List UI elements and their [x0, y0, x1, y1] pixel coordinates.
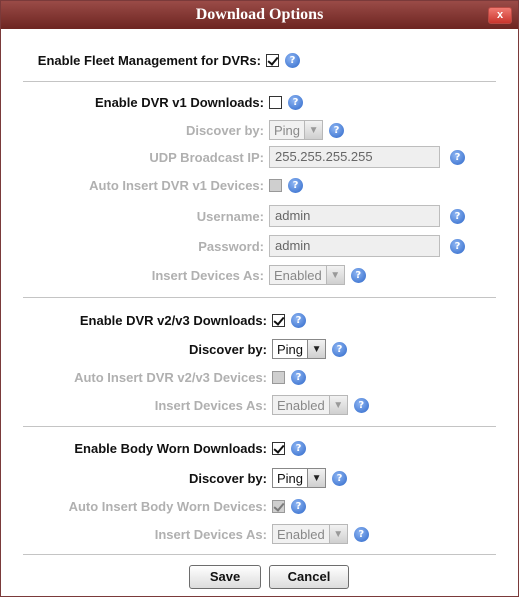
dvr-v23-discover-label: Discover by: — [188, 341, 267, 357]
body-worn-auto-insert-label: Auto Insert Body Worn Devices: — [68, 498, 267, 514]
help-icon[interactable]: ? — [353, 397, 369, 413]
help-icon[interactable]: ? — [350, 267, 366, 283]
chevron-down-icon: ▼ — [325, 266, 344, 284]
dialog-title-bar[interactable]: Download Options x — [1, 1, 518, 29]
body-worn-auto-insert-checkbox[interactable] — [272, 499, 285, 513]
help-icon[interactable]: ? — [329, 122, 345, 138]
dvr-v1-password-row: Password: admin ? — [1, 234, 518, 258]
dvr-v23-enable-label: Enable DVR v2/v3 Downloads: — [79, 312, 267, 328]
help-icon[interactable]: ? — [450, 149, 465, 165]
dvr-v1-auto-insert-row: Auto Insert DVR v1 Devices: ? — [1, 173, 518, 197]
dvr-v1-udp-field[interactable]: 255.255.255.255 — [269, 146, 440, 168]
select-value: Ping — [277, 341, 304, 357]
fleet-row: Enable Fleet Management for DVRs: ? — [1, 48, 518, 72]
dvr-v1-insert-as-row: Insert Devices As: Enabled ▼ ? — [1, 263, 518, 287]
dvr-v1-auto-insert-label: Auto Insert DVR v1 Devices: — [89, 177, 264, 193]
body-worn-auto-insert-row: Auto Insert Body Worn Devices: ? — [1, 494, 518, 518]
body-worn-enable-label: Enable Body Worn Downloads: — [74, 440, 267, 456]
dialog-title: Download Options — [195, 6, 324, 23]
select-value: Enabled — [274, 267, 322, 283]
divider — [23, 554, 496, 555]
fleet-label: Enable Fleet Management for DVRs: — [37, 52, 261, 68]
dvr-v23-enable-row: Enable DVR v2/v3 Downloads: ? — [1, 308, 518, 332]
help-icon[interactable]: ? — [285, 52, 300, 68]
body-worn-insert-as-label: Insert Devices As: — [154, 526, 267, 542]
dvr-v1-enable-row: Enable DVR v1 Downloads: ? — [1, 90, 518, 114]
select-value: Enabled — [277, 526, 325, 542]
dvr-v1-udp-label: UDP Broadcast IP: — [149, 149, 264, 165]
dvr-v1-discover-row: Discover by: Ping ▼ ? — [1, 118, 518, 142]
body-worn-insert-as-row: Insert Devices As: Enabled ▼ ? — [1, 522, 518, 546]
dvr-v23-insert-as-label: Insert Devices As: — [154, 397, 267, 413]
help-icon[interactable]: ? — [332, 470, 348, 486]
body-worn-discover-label: Discover by: — [188, 470, 267, 486]
dvr-v1-password-field[interactable]: admin — [269, 235, 440, 257]
divider — [23, 426, 496, 427]
body-worn-discover-row: Discover by: Ping ▼ ? — [1, 466, 518, 490]
download-options-dialog: Download Options x Enable Fleet Manageme… — [0, 0, 519, 597]
dvr-v1-username-field[interactable]: admin — [269, 205, 440, 227]
select-value: Enabled — [277, 397, 325, 413]
chevron-down-icon: ▼ — [304, 121, 323, 139]
save-button[interactable]: Save — [189, 565, 261, 589]
select-value: Ping — [274, 122, 301, 138]
dvr-v1-insert-as-label: Insert Devices As: — [151, 267, 264, 283]
dvr-v1-password-label: Password: — [198, 238, 264, 254]
help-icon[interactable]: ? — [353, 526, 369, 542]
dvr-v23-discover-row: Discover by: Ping ▼ ? — [1, 337, 518, 361]
dvr-v1-discover-label: Discover by: — [185, 122, 264, 138]
dvr-v1-username-label: Username: — [196, 208, 264, 224]
dvr-v1-enable-checkbox[interactable] — [269, 95, 282, 109]
dvr-v23-auto-insert-label: Auto Insert DVR v2/v3 Devices: — [74, 369, 267, 385]
cancel-button[interactable]: Cancel — [269, 565, 349, 589]
help-icon[interactable]: ? — [291, 369, 306, 385]
dvr-v23-insert-as-row: Insert Devices As: Enabled ▼ ? — [1, 393, 518, 417]
dvr-v1-insert-as-select[interactable]: Enabled ▼ — [269, 265, 345, 285]
dvr-v1-udp-row: UDP Broadcast IP: 255.255.255.255 ? — [1, 145, 518, 169]
divider — [23, 297, 496, 298]
dvr-v23-enable-checkbox[interactable] — [272, 313, 285, 327]
help-icon[interactable]: ? — [450, 208, 465, 224]
dvr-v1-discover-select[interactable]: Ping ▼ — [269, 120, 324, 140]
dvr-v23-auto-insert-checkbox[interactable] — [272, 370, 285, 384]
chevron-down-icon: ▼ — [328, 525, 347, 543]
dvr-v1-enable-label: Enable DVR v1 Downloads: — [94, 94, 264, 110]
chevron-down-icon: ▼ — [328, 396, 347, 414]
help-icon[interactable]: ? — [291, 498, 306, 514]
help-icon[interactable]: ? — [332, 341, 348, 357]
body-worn-discover-select[interactable]: Ping ▼ — [272, 468, 327, 488]
close-icon[interactable]: x — [488, 7, 512, 24]
chevron-down-icon: ▼ — [307, 340, 326, 358]
fleet-checkbox[interactable] — [266, 53, 279, 67]
dvr-v1-username-row: Username: admin ? — [1, 204, 518, 228]
help-icon[interactable]: ? — [450, 238, 465, 254]
help-icon[interactable]: ? — [288, 94, 303, 110]
dvr-v1-auto-insert-checkbox[interactable] — [269, 178, 282, 192]
help-icon[interactable]: ? — [288, 177, 303, 193]
help-icon[interactable]: ? — [291, 440, 306, 456]
chevron-down-icon: ▼ — [307, 469, 326, 487]
select-value: Ping — [277, 470, 304, 486]
dvr-v23-discover-select[interactable]: Ping ▼ — [272, 339, 327, 359]
dvr-v23-insert-as-select[interactable]: Enabled ▼ — [272, 395, 348, 415]
body-worn-enable-row: Enable Body Worn Downloads: ? — [1, 436, 518, 460]
body-worn-insert-as-select[interactable]: Enabled ▼ — [272, 524, 348, 544]
dvr-v23-auto-insert-row: Auto Insert DVR v2/v3 Devices: ? — [1, 365, 518, 389]
body-worn-enable-checkbox[interactable] — [272, 441, 285, 455]
divider — [23, 81, 496, 82]
help-icon[interactable]: ? — [291, 312, 306, 328]
